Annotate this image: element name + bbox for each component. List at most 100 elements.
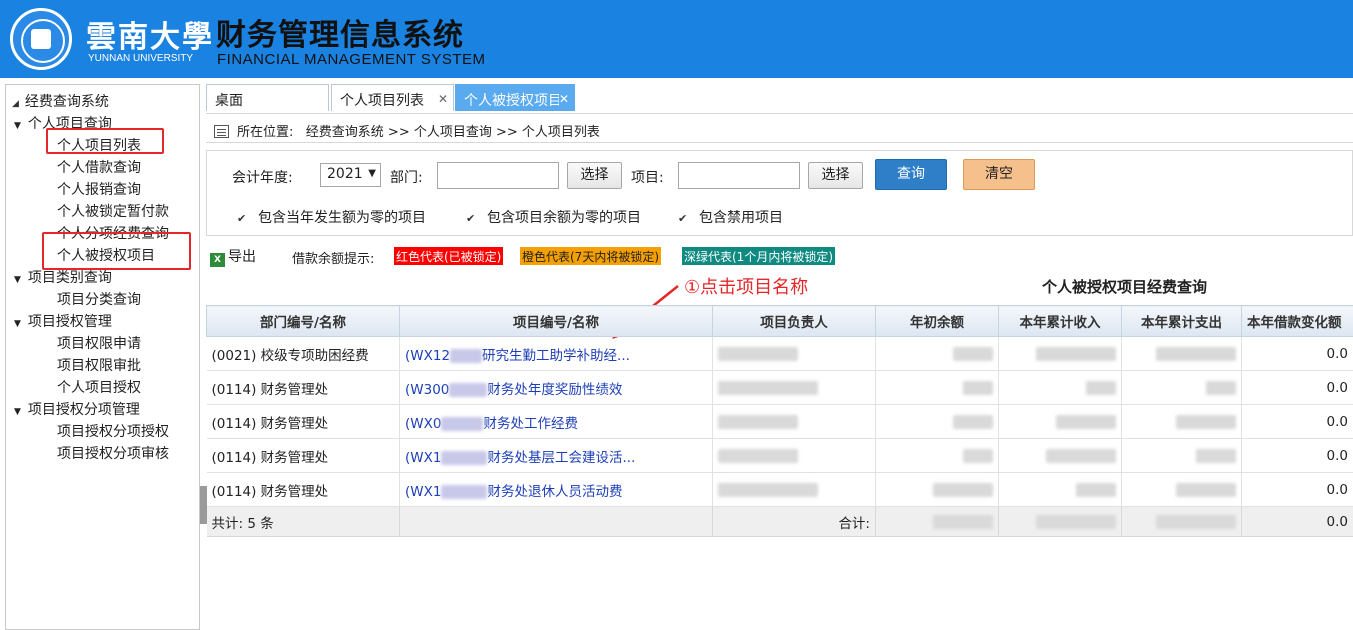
expense-cell	[1121, 336, 1242, 371]
dept-input[interactable]	[437, 162, 559, 189]
sidebar-item-personal-auth[interactable]: 个人项目授权	[57, 377, 141, 397]
opening-balance-cell	[875, 370, 999, 405]
university-name-en: YUNNAN UNIVERSITY	[88, 53, 194, 64]
highlight-box-authorized-projects	[42, 232, 191, 270]
checkbox-zero-balance[interactable]: ✔ 包含项目余额为零的项目	[466, 207, 641, 227]
document-icon	[214, 125, 229, 138]
collapse-triangle-icon: ▼	[14, 407, 21, 417]
table-row[interactable]: (0114) 财务管理处 (WX1 财务处基层工会建设活... 0.0	[206, 438, 1353, 473]
sidebar-item-permission-approve[interactable]: 项目权限审批	[57, 355, 141, 375]
column-header[interactable]: 本年累计支出	[1121, 305, 1242, 337]
column-header[interactable]: 年初余额	[875, 305, 999, 337]
borrow-change-cell: 0.0	[1241, 404, 1353, 439]
export-button[interactable]: X 导出	[210, 246, 256, 267]
tree-group-sub-auth[interactable]: ▼ 项目授权分项管理	[14, 399, 140, 419]
column-header[interactable]: 本年累计收入	[998, 305, 1122, 337]
sidebar-tree: ◢ 经费查询系统 ▼ 个人项目查询 个人项目列表 个人借款查询 个人报销查询 个人被…	[5, 84, 200, 630]
opening-balance-cell	[875, 336, 999, 371]
checkbox-disabled[interactable]: ✔ 包含禁用项目	[678, 207, 783, 227]
expense-cell	[1121, 370, 1242, 405]
table-footer-row: 共计: 5 条 合计: 0.0	[206, 506, 1353, 537]
sidebar-item-personal-reimburse[interactable]: 个人报销查询	[57, 179, 141, 199]
borrow-change-cell: 0.0	[1241, 370, 1353, 405]
income-cell	[998, 404, 1122, 439]
tree-group-project-category[interactable]: ▼ 项目类别查询	[14, 267, 112, 287]
income-cell	[998, 438, 1122, 473]
dropdown-arrow-icon: ▼	[368, 168, 376, 179]
column-header[interactable]: 项目编号/名称	[399, 305, 713, 337]
column-header[interactable]: 部门编号/名称	[206, 305, 400, 337]
project-link[interactable]: (WX0 财务处工作经费	[399, 404, 713, 439]
table-header-row: 部门编号/名称 项目编号/名称 项目负责人 年初余额 本年累计收入 本年累计支出…	[206, 305, 1353, 337]
check-icon: ✔	[678, 212, 688, 225]
manager-cell	[712, 370, 876, 405]
tab-authorized-projects[interactable]: 个人被授权项目 ✕	[455, 84, 575, 111]
annotation-text: ①点击项目名称	[684, 277, 809, 298]
collapse-triangle-icon: ▼	[14, 275, 21, 285]
dept-cell: (0114) 财务管理处	[206, 404, 400, 439]
sidebar-item-personal-loan[interactable]: 个人借款查询	[57, 157, 141, 177]
dept-select-button[interactable]: 选择	[567, 162, 622, 189]
filter-panel: 会计年度: 2021 ▼ 部门: 选择 项目: 选择 查询 清空 ✔ 包含当年发生额…	[206, 150, 1353, 236]
project-input[interactable]	[678, 162, 800, 189]
highlight-box-project-list	[46, 128, 164, 154]
footer-spacer	[399, 506, 713, 537]
project-table: 部门编号/名称 项目编号/名称 项目负责人 年初余额 本年累计收入 本年累计支出…	[206, 305, 1353, 537]
dept-label: 部门:	[390, 170, 423, 186]
project-link[interactable]: (WX1 财务处基层工会建设活...	[399, 438, 713, 473]
table-row[interactable]: (0114) 财务管理处 (WX1 财务处退休人员活动费 0.0	[206, 472, 1353, 507]
manager-cell	[712, 404, 876, 439]
table-row[interactable]: (0114) 财务管理处 (WX0 财务处工作经费 0.0	[206, 404, 1353, 439]
opening-balance-cell	[875, 472, 999, 507]
legend-teal-badge: 深绿代表(1个月内将被锁定)	[682, 247, 835, 265]
tab-personal-project-list[interactable]: 个人项目列表 ✕	[331, 84, 454, 111]
sidebar-item-category-query[interactable]: 项目分类查询	[57, 289, 141, 309]
search-button[interactable]: 查询	[875, 159, 947, 190]
total-borrow-change: 0.0	[1241, 506, 1353, 537]
dept-cell: (0114) 财务管理处	[206, 370, 400, 405]
sidebar-item-sub-auth-review[interactable]: 项目授权分项审核	[57, 443, 169, 463]
system-title: 财务管理信息系统	[216, 18, 464, 53]
income-cell	[998, 472, 1122, 507]
project-select-button[interactable]: 选择	[808, 162, 863, 189]
year-label: 会计年度:	[232, 170, 293, 186]
university-seal-icon	[10, 8, 72, 70]
column-header[interactable]: 本年借款变化额	[1241, 305, 1353, 337]
income-cell	[998, 370, 1122, 405]
column-header[interactable]: 项目负责人	[712, 305, 876, 337]
project-link[interactable]: (WX12 研究生勤工助学补助经...	[399, 336, 713, 371]
total-expense	[1121, 506, 1242, 537]
clear-button[interactable]: 清空	[963, 159, 1035, 190]
check-icon: ✔	[237, 212, 247, 225]
manager-cell	[712, 438, 876, 473]
project-link[interactable]: (WX1 财务处退休人员活动费	[399, 472, 713, 507]
close-icon[interactable]: ✕	[438, 92, 448, 106]
borrow-change-cell: 0.0	[1241, 336, 1353, 371]
total-opening-balance	[875, 506, 999, 537]
sidebar-item-sub-auth-grant[interactable]: 项目授权分项授权	[57, 421, 169, 441]
system-subtitle: FINANCIAL MANAGEMENT SYSTEM	[217, 51, 486, 68]
checkbox-zero-activity[interactable]: ✔ 包含当年发生额为零的项目	[237, 207, 426, 227]
close-icon[interactable]: ✕	[558, 92, 569, 106]
table-row[interactable]: (0021) 校级专项助困经费 (WX12 研究生勤工助学补助经... 0.0	[206, 336, 1353, 371]
check-icon: ✔	[466, 212, 476, 225]
university-name-cn: 雲南大學	[86, 20, 214, 55]
sidebar-item-locked-advance[interactable]: 个人被锁定暂付款	[57, 201, 169, 221]
dept-cell: (0114) 财务管理处	[206, 472, 400, 507]
tree-root[interactable]: ◢ 经费查询系统	[12, 91, 109, 111]
expand-triangle-icon: ◢	[12, 99, 19, 109]
year-select[interactable]: 2021 ▼	[320, 163, 381, 187]
collapse-triangle-icon: ▼	[14, 319, 21, 329]
sidebar-item-permission-apply[interactable]: 项目权限申请	[57, 333, 141, 353]
income-cell	[998, 336, 1122, 371]
borrow-change-cell: 0.0	[1241, 438, 1353, 473]
table-row[interactable]: (0114) 财务管理处 (W300 财务处年度奖励性绩效 0.0	[206, 370, 1353, 405]
collapse-triangle-icon: ▼	[14, 121, 21, 131]
opening-balance-cell	[875, 404, 999, 439]
project-link[interactable]: (W300 财务处年度奖励性绩效	[399, 370, 713, 405]
dept-cell: (0021) 校级专项助困经费	[206, 336, 400, 371]
tree-group-project-auth[interactable]: ▼ 项目授权管理	[14, 311, 112, 331]
legend-red-badge: 红色代表(已被锁定)	[394, 247, 504, 265]
tab-desktop[interactable]: 桌面	[206, 84, 329, 111]
expense-cell	[1121, 438, 1242, 473]
